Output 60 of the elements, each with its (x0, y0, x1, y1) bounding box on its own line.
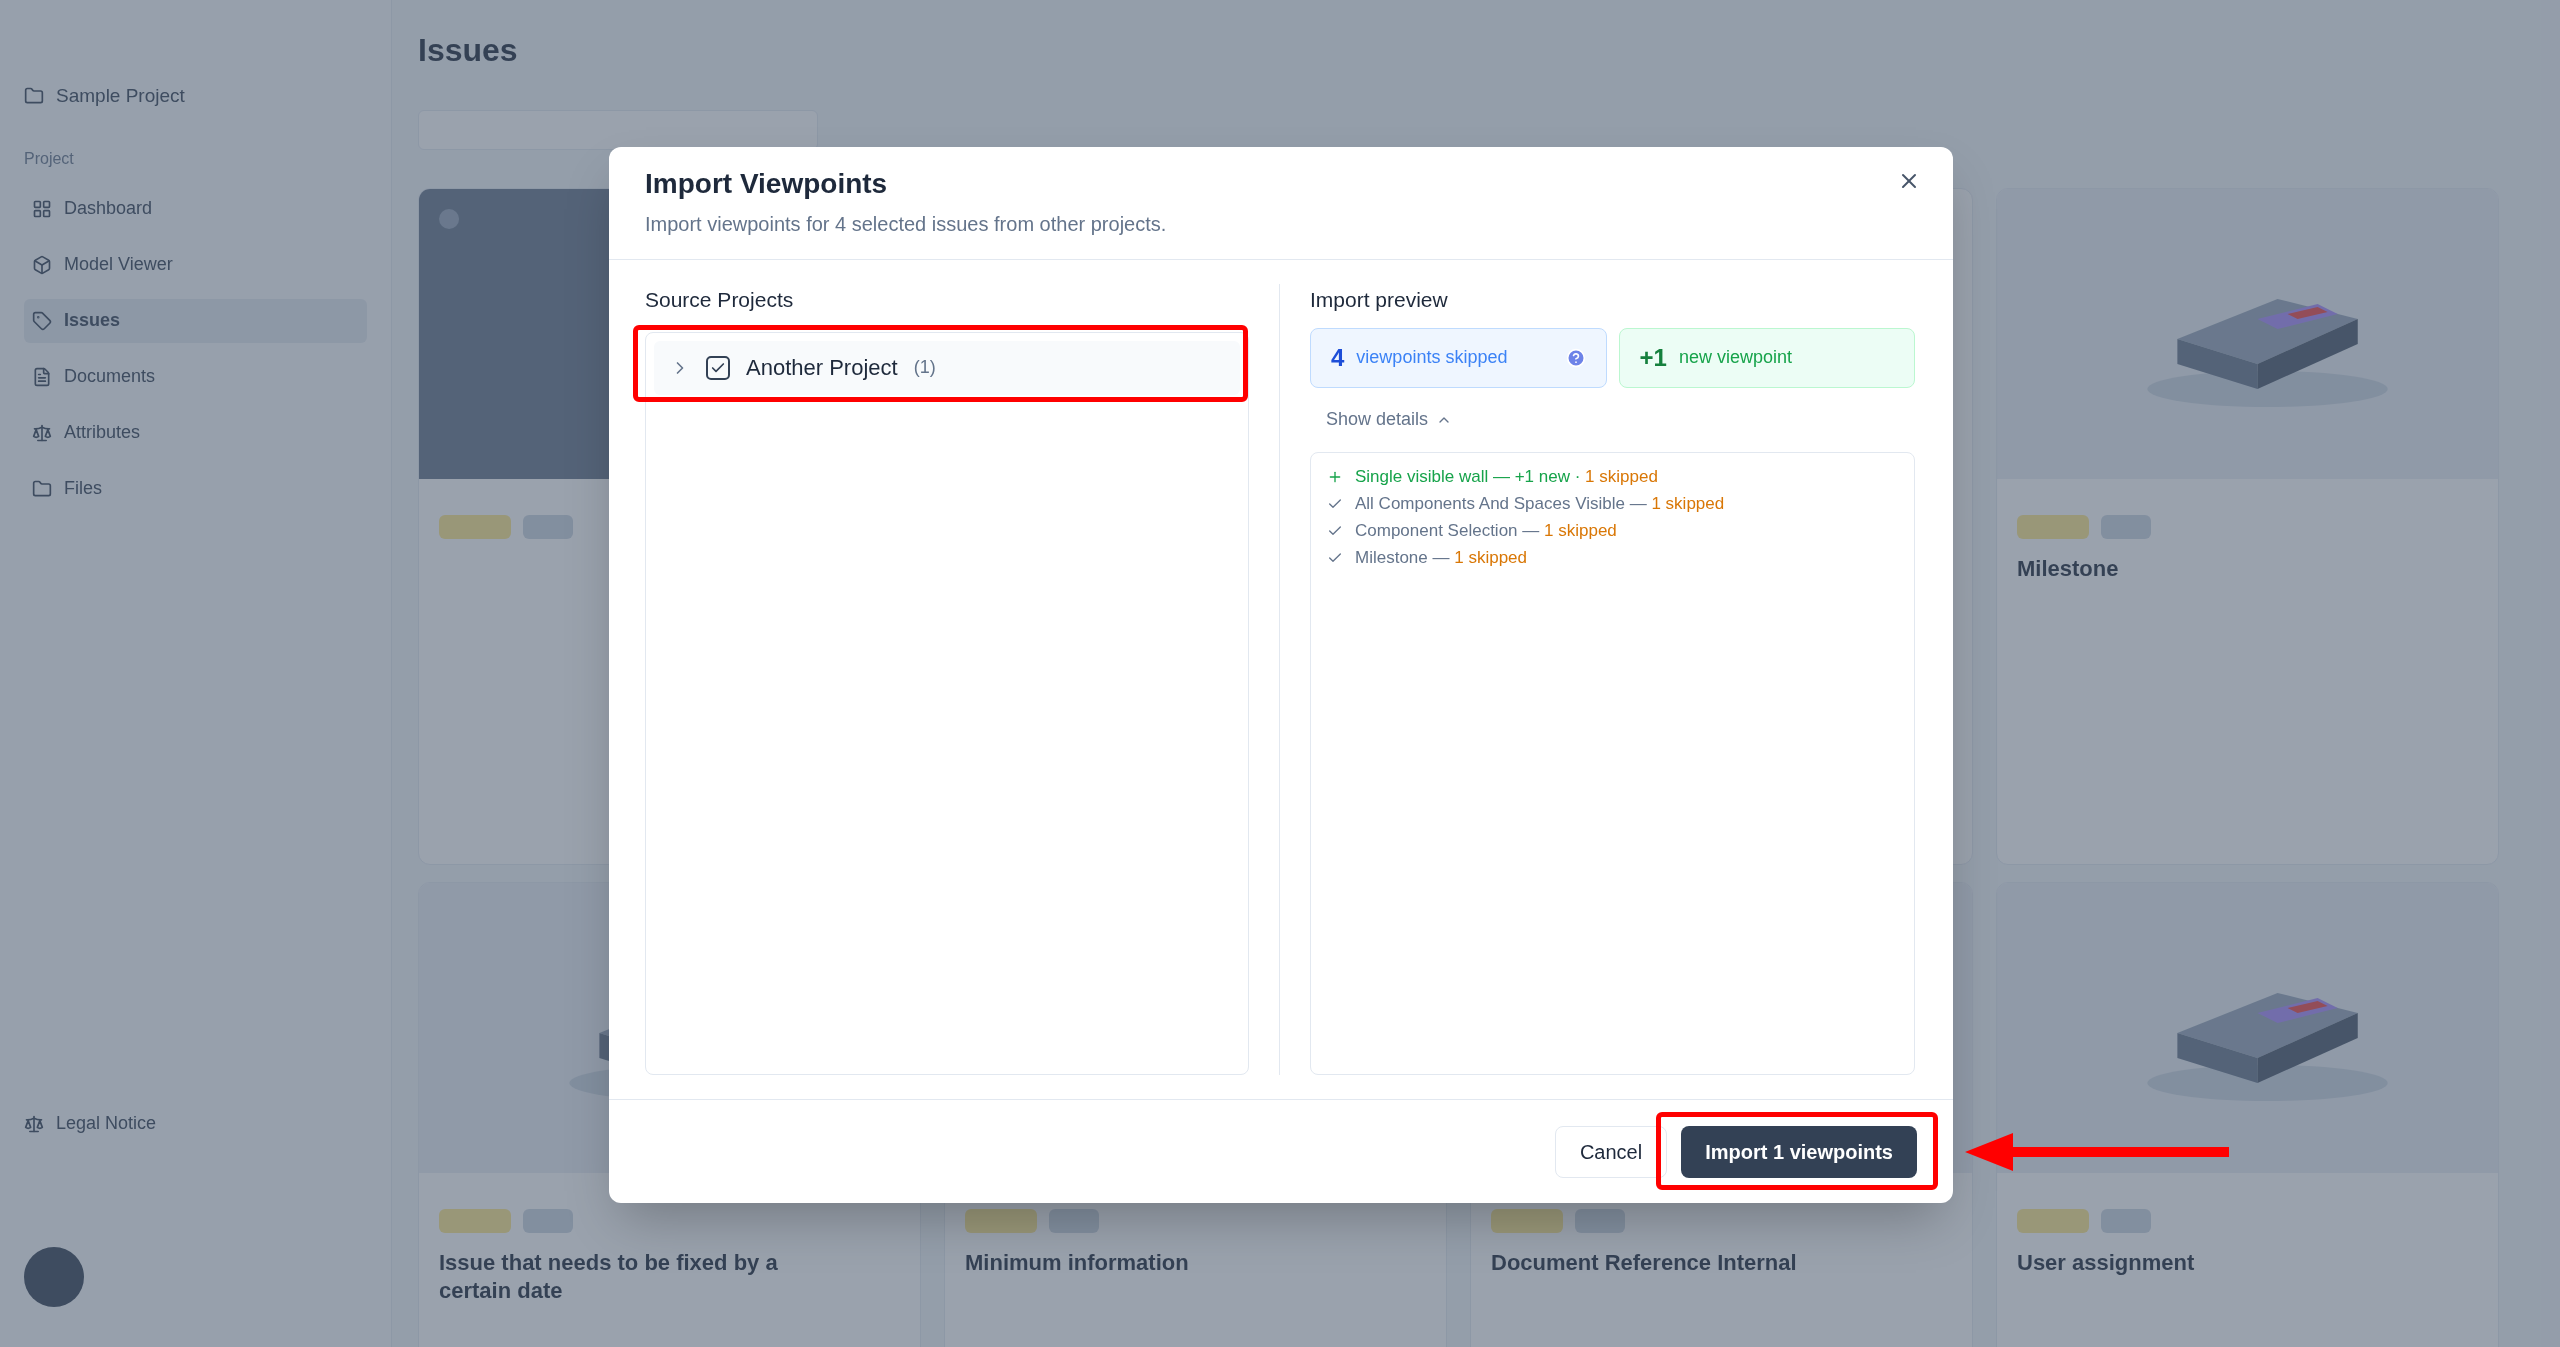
card-title: Issue that needs to be fixed by a certain date (439, 1249, 779, 1304)
scale-icon (24, 1113, 44, 1134)
nav-item[interactable]: Files (24, 466, 367, 511)
type-badge (1049, 1209, 1099, 1233)
help-icon[interactable] (1565, 347, 1586, 368)
status-badge (965, 1209, 1037, 1233)
page-title: Issues (418, 31, 519, 70)
avatar[interactable] (24, 1247, 84, 1307)
status-badge (2017, 1209, 2089, 1233)
card-title: Document Reference Internal (1491, 1249, 1798, 1277)
card-title: Minimum information (965, 1249, 1190, 1277)
skipped-label: viewpoints skipped (1356, 346, 1508, 369)
folder-icon (32, 478, 52, 499)
nav-item[interactable]: Attributes (24, 410, 367, 455)
new-label: new viewpoint (1678, 346, 1792, 369)
skipped-count: 4 (1331, 342, 1345, 373)
issue-card[interactable]: Milestone (1996, 188, 2499, 865)
detail-entry: Milestone — 1 skipped (1355, 546, 1527, 569)
details-toggle[interactable]: Show details (1310, 399, 1469, 440)
card-title: User assignment (2017, 1249, 2196, 1277)
type-badge (2101, 1209, 2151, 1233)
tag-icon (32, 310, 52, 331)
type-badge (2101, 515, 2151, 539)
project-count: (1) (913, 356, 936, 379)
status-badge (439, 515, 511, 539)
nav-item[interactable]: Dashboard (24, 186, 367, 231)
new-count: +1 (1639, 342, 1667, 373)
dialog-subtitle: Import viewpoints for 4 selected issues from other projects. (645, 212, 1167, 237)
import-button[interactable]: Import 1 viewpoints (1681, 1125, 1917, 1178)
cube-icon (32, 254, 52, 275)
nav-item[interactable]: Issues (24, 298, 367, 343)
type-badge (1575, 1209, 1625, 1233)
dialog-title: Import Viewpoints (645, 167, 888, 201)
detail-entry: Component Selection — 1 skipped (1355, 519, 1617, 542)
cancel-button[interactable]: Cancel (1554, 1125, 1668, 1178)
issue-card[interactable]: User assignment (1996, 882, 2499, 1347)
card-title: Milestone (2017, 555, 2120, 583)
project-name: Another Project (746, 354, 898, 382)
section-heading: Source Projects (645, 287, 795, 313)
status-badge (1491, 1209, 1563, 1233)
section-heading: Import preview (1310, 287, 1449, 313)
scale-icon (32, 422, 52, 443)
search-field[interactable] (418, 110, 818, 150)
nav-item[interactable]: Documents (24, 354, 367, 399)
type-badge (523, 515, 573, 539)
legal-link[interactable]: Legal Notice (56, 1110, 157, 1137)
arrow-icon (1965, 1133, 2229, 1171)
detail-entry: All Components And Spaces Visible — 1 skipped (1355, 492, 1725, 515)
detail-entry: Single visible wall — +1 new · 1 skipped (1355, 465, 1658, 488)
folder-icon (24, 86, 44, 107)
status-badge (2017, 515, 2089, 539)
checkbox[interactable] (706, 355, 730, 380)
nav-item[interactable]: Model Viewer (24, 242, 367, 287)
document-icon (32, 366, 52, 387)
type-badge (523, 1209, 573, 1233)
project-selector[interactable]: Sample Project (56, 82, 185, 111)
section-label: Project (24, 148, 75, 169)
status-badge (439, 1209, 511, 1233)
project-row[interactable]: Another Project (1) (654, 340, 1240, 395)
grid-icon (32, 198, 52, 219)
